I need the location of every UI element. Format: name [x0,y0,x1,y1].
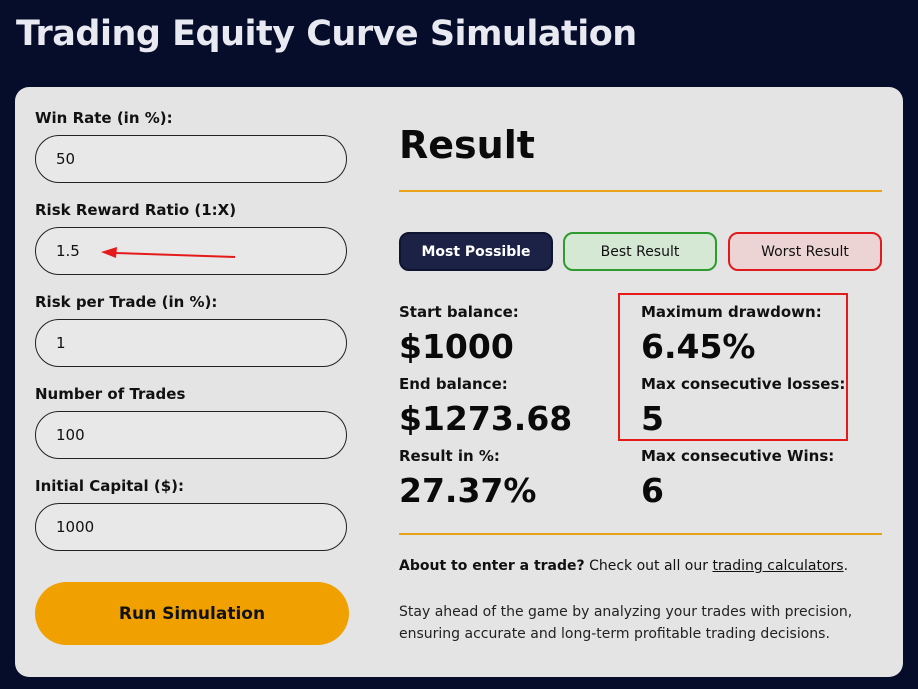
about-trade-end: . [843,558,849,574]
start-balance-value: $1000 [399,327,514,366]
initial-capital-label: Initial Capital ($): [35,477,185,495]
end-balance-value: $1273.68 [399,399,573,438]
simulation-card: Win Rate (in %): Risk Reward Ratio (1:X)… [15,87,903,677]
about-trade-text: About to enter a trade? Check out all ou… [399,558,848,574]
result-heading: Result [399,123,535,167]
risk-per-trade-label: Risk per Trade (in %): [35,293,218,311]
tab-best-result[interactable]: Best Result [563,232,717,271]
end-balance-label: End balance: [399,375,508,393]
risk-per-trade-input[interactable] [35,319,347,367]
number-of-trades-input[interactable] [35,411,347,459]
bottom-divider [399,533,882,535]
initial-capital-input[interactable] [35,503,347,551]
win-rate-input[interactable] [35,135,347,183]
win-rate-label: Win Rate (in %): [35,109,173,127]
red-arrow-annotation [101,247,236,258]
result-percent-label: Result in %: [399,447,500,465]
max-consecutive-wins-label: Max consecutive Wins: [641,447,835,465]
run-simulation-button[interactable]: Run Simulation [35,582,349,645]
page-title: Trading Equity Curve Simulation [16,14,637,54]
tab-worst-result[interactable]: Worst Result [728,232,882,271]
number-of-trades-label: Number of Trades [35,385,186,403]
red-highlight-annotation [618,293,848,441]
tab-most-possible[interactable]: Most Possible [399,232,553,271]
result-divider [399,190,882,192]
description-text: Stay ahead of the game by analyzing your… [399,604,853,642]
max-consecutive-wins-value: 6 [641,471,664,510]
start-balance-label: Start balance: [399,303,519,321]
trading-calculators-link[interactable]: trading calculators [712,558,843,574]
risk-reward-label: Risk Reward Ratio (1:X) [35,201,237,219]
result-percent-value: 27.37% [399,471,537,510]
about-trade-bold: About to enter a trade? [399,558,585,574]
about-trade-body: Check out all our [584,558,713,574]
